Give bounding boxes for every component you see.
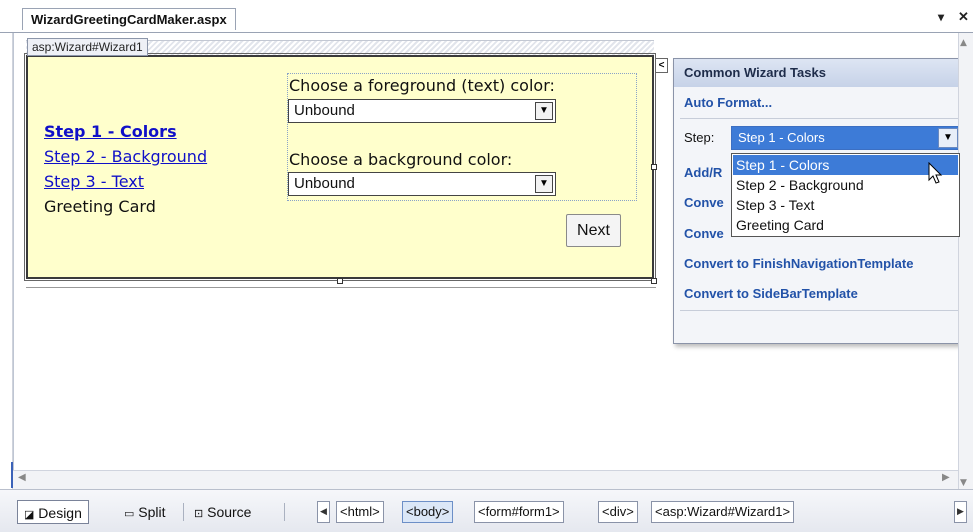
breadcrumb-forward-icon[interactable]: ▶ bbox=[954, 501, 967, 523]
separator bbox=[284, 503, 285, 521]
breadcrumb-body[interactable]: <body> bbox=[402, 501, 454, 523]
tasks-separator bbox=[680, 310, 958, 311]
source-view-label: Source bbox=[207, 504, 252, 520]
background-color-label: Choose a background color: bbox=[289, 150, 513, 169]
convert-sidebar-link[interactable]: Convert to SideBarTemplate bbox=[684, 286, 858, 301]
add-remove-steps-link[interactable]: Add/R bbox=[684, 165, 722, 180]
next-button[interactable]: Next bbox=[566, 214, 621, 247]
chevron-down-icon[interactable]: ▼ bbox=[938, 128, 958, 148]
design-view-label: Design bbox=[38, 505, 82, 521]
step-dropdown-list: Step 1 - Colors Step 2 - Background Step… bbox=[731, 153, 960, 237]
design-view-icon: ◪ bbox=[24, 509, 35, 521]
convert-step-nav-link[interactable]: Conve bbox=[684, 226, 724, 241]
horizontal-scrollbar[interactable] bbox=[13, 470, 958, 489]
breadcrumb-html[interactable]: <html> bbox=[336, 501, 384, 523]
background-color-value: Unbound bbox=[294, 175, 355, 192]
close-tab-icon[interactable]: ✕ bbox=[958, 9, 969, 25]
convert-finish-nav-link[interactable]: Convert to FinishNavigationTemplate bbox=[684, 256, 913, 271]
chevron-down-icon[interactable]: ▼ bbox=[535, 175, 553, 193]
left-gutter bbox=[0, 33, 13, 489]
wizard-control-tag[interactable]: asp:Wizard#Wizard1 bbox=[27, 38, 148, 56]
sidebar-step-background[interactable]: Step 2 - Background bbox=[44, 147, 207, 166]
foreground-color-value: Unbound bbox=[294, 102, 355, 119]
wizard-bottom-line bbox=[26, 281, 656, 288]
step-select[interactable]: Step 1 - Colors ▼ bbox=[731, 126, 960, 150]
auto-format-link[interactable]: Auto Format... bbox=[684, 95, 772, 110]
breadcrumb-wizard[interactable]: <asp:Wizard#Wizard1> bbox=[651, 501, 795, 523]
step-option[interactable]: Step 3 - Text bbox=[733, 195, 958, 215]
design-view-button[interactable]: ◪ Design bbox=[17, 500, 89, 524]
sidebar-step-colors[interactable]: Step 1 - Colors bbox=[44, 122, 177, 141]
tasks-panel-title: Common Wizard Tasks bbox=[674, 59, 964, 87]
breadcrumb-back-icon[interactable]: ◀ bbox=[317, 501, 330, 523]
resize-handle-right[interactable] bbox=[651, 164, 657, 170]
source-view-icon: ⊡ bbox=[194, 508, 204, 520]
sidebar-step-text[interactable]: Step 3 - Text bbox=[44, 172, 144, 191]
smart-tag-collapse-icon[interactable]: < bbox=[655, 58, 668, 73]
document-tab[interactable]: WizardGreetingCardMaker.aspx bbox=[22, 8, 236, 30]
background-color-dropdown[interactable]: Unbound ▼ bbox=[288, 172, 556, 196]
step-select-value: Step 1 - Colors bbox=[738, 130, 825, 145]
step-option[interactable]: Step 1 - Colors bbox=[733, 155, 958, 175]
tab-dropdown-icon[interactable]: ▾ bbox=[938, 10, 944, 24]
tasks-separator bbox=[680, 118, 958, 119]
sidebar-step-greeting-card: Greeting Card bbox=[44, 197, 156, 216]
source-view-button[interactable]: ⊡ Source bbox=[188, 500, 257, 524]
vertical-scrollbar[interactable] bbox=[958, 33, 973, 489]
breadcrumb-div[interactable]: <div> bbox=[598, 501, 638, 523]
foreground-color-label: Choose a foreground (text) color: bbox=[289, 76, 555, 95]
foreground-color-dropdown[interactable]: Unbound ▼ bbox=[288, 99, 556, 123]
split-view-icon: ▭ bbox=[124, 508, 135, 520]
mouse-pointer-icon bbox=[928, 162, 943, 184]
step-option[interactable]: Greeting Card bbox=[733, 215, 958, 235]
split-view-label: Split bbox=[138, 504, 166, 520]
scroll-down-icon[interactable]: ▼ bbox=[960, 478, 967, 488]
breadcrumb-form[interactable]: <form#form1> bbox=[474, 501, 564, 523]
scroll-left-icon[interactable]: ◀ bbox=[18, 472, 26, 483]
separator bbox=[183, 503, 184, 521]
scroll-right-icon[interactable]: ▶ bbox=[942, 472, 950, 483]
step-option[interactable]: Step 2 - Background bbox=[733, 175, 958, 195]
convert-start-nav-link[interactable]: Conve bbox=[684, 195, 724, 210]
chevron-down-icon[interactable]: ▼ bbox=[535, 102, 553, 120]
split-view-button[interactable]: ▭ Split bbox=[118, 500, 172, 524]
scroll-up-icon[interactable]: ▲ bbox=[960, 38, 967, 48]
step-label: Step: bbox=[684, 130, 715, 145]
